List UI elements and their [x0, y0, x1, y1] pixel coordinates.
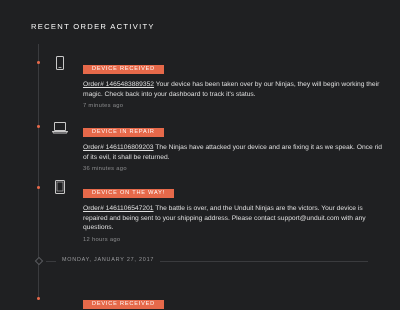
status-badge: DEVICE ON THE WAY!	[83, 189, 175, 198]
activity-message: Order# 1461106809203 The Ninjas have att…	[83, 143, 383, 162]
activity-entry: DEVICE ON THE WAY! Order# 1461106547201 …	[83, 181, 383, 243]
timestamp: 12 hours ago	[83, 236, 121, 243]
status-badge: DEVICE RECEIVED	[83, 65, 164, 74]
timeline-dot	[37, 61, 40, 64]
phone-icon	[52, 55, 68, 71]
diamond-icon	[34, 256, 44, 266]
order-link[interactable]: Order# 1465483889352	[83, 81, 154, 88]
order-link[interactable]: Order# 1461106547201	[83, 205, 154, 212]
date-label: MONDAY, JANUARY 27, 2017	[56, 257, 161, 263]
order-link[interactable]: Order# 1461106809203	[83, 144, 154, 151]
activity-entry: DEVICE IN REPAIR Order# 1461106809203 Th…	[83, 120, 383, 172]
activity-message: Order# 1465483889352 Your device has bee…	[83, 80, 383, 99]
activity-entry: DEVICE RECEIVED	[83, 292, 383, 310]
laptop-icon	[52, 119, 68, 135]
status-badge: DEVICE RECEIVED	[83, 300, 164, 309]
date-divider: MONDAY, JANUARY 27, 2017	[34, 256, 368, 266]
tablet-icon	[52, 179, 68, 195]
timestamp: 7 minutes ago	[83, 103, 124, 109]
activity-message: Order# 1461106547201 The battle is over,…	[83, 204, 383, 233]
timeline-dot	[37, 186, 40, 189]
status-badge: DEVICE IN REPAIR	[83, 128, 164, 137]
timeline-dot	[37, 125, 40, 128]
timestamp: 36 minutes ago	[83, 166, 127, 172]
page-title: RECENT ORDER ACTIVITY	[31, 22, 155, 31]
activity-entry: DEVICE RECEIVED Order# 1465483889352 You…	[83, 57, 383, 109]
